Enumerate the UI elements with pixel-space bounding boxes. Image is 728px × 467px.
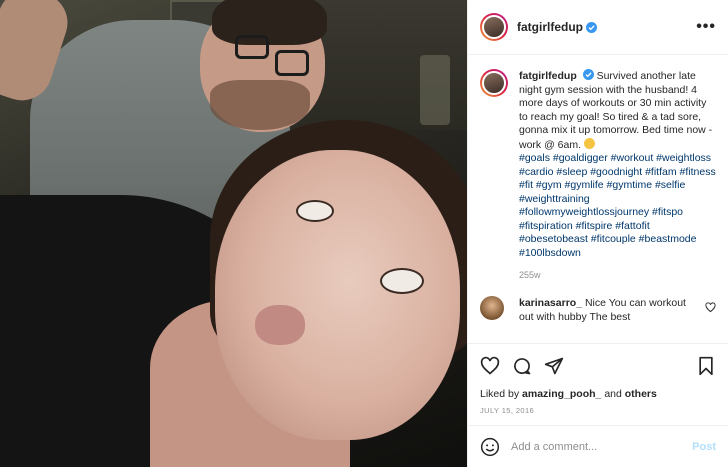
post-date[interactable]: JULY 15, 2016 (468, 400, 728, 425)
caption-time-ago: 255w (519, 270, 541, 280)
comment-item: karinasarro_ Nice You can workout out wi… (480, 296, 716, 324)
photo-man-beard (210, 80, 310, 130)
author-avatar[interactable] (480, 13, 508, 41)
action-bar (468, 343, 728, 388)
author-avatar-image (482, 15, 506, 39)
post-header: fatgirlfedup ••• (468, 0, 728, 55)
likes-others[interactable]: others (625, 388, 657, 400)
caption-text-block: fatgirlfedup Survived another late night… (519, 69, 716, 260)
photo-woman-lips (255, 305, 305, 345)
caption-hashtags[interactable]: #goals #goaldigger #workout #weightloss … (519, 152, 716, 259)
caption-avatar[interactable] (480, 69, 508, 97)
add-comment-input[interactable] (511, 440, 693, 453)
comment-username[interactable]: karinasarro_ (519, 297, 582, 309)
photo-man-glasses-right (275, 50, 309, 76)
like-heart-icon[interactable] (480, 356, 500, 376)
comment-like-heart-icon[interactable] (705, 302, 716, 313)
comments-area: fatgirlfedup Survived another late night… (468, 55, 728, 343)
photo-background-light (420, 55, 450, 125)
save-bookmark-icon[interactable] (696, 356, 716, 376)
post-photo[interactable] (0, 0, 467, 467)
photo-man-glasses-left (235, 35, 269, 59)
photo-man-hair (212, 0, 327, 45)
more-options-icon[interactable]: ••• (696, 19, 716, 35)
commenter-avatar[interactable] (480, 296, 504, 320)
caption-text: Survived another late night gym session … (519, 70, 713, 151)
likes-and: and (604, 388, 622, 400)
photo-woman-face (215, 150, 460, 440)
instagram-post: fatgirlfedup ••• fatgirlfedup Survived a… (0, 0, 728, 467)
comment-bubble-icon[interactable] (512, 356, 532, 376)
comment-text-block: karinasarro_ Nice You can workout out wi… (519, 296, 697, 324)
post-comment-button[interactable]: Post (692, 441, 716, 453)
likes-line: Liked by amazing_pooh_ and others (468, 388, 728, 400)
likes-prefix: Liked by (480, 388, 520, 400)
post-sidebar: fatgirlfedup ••• fatgirlfedup Survived a… (467, 0, 728, 467)
verified-badge-icon (586, 21, 597, 33)
photo-woman-eye-right (380, 268, 424, 294)
caption: fatgirlfedup Survived another late night… (480, 69, 716, 260)
share-send-icon[interactable] (544, 356, 564, 376)
author-username[interactable]: fatgirlfedup (517, 20, 583, 34)
photo-woman-eye-left (296, 200, 334, 222)
emoji-smiley-icon[interactable] (480, 437, 500, 457)
caption-username[interactable]: fatgirlfedup (519, 70, 577, 82)
tired-face-emoji-icon (583, 137, 595, 149)
likes-user[interactable]: amazing_pooh_ (522, 388, 601, 400)
verified-badge-icon (582, 69, 594, 80)
caption-avatar-image (482, 71, 506, 95)
add-comment-bar: Post (468, 425, 728, 467)
